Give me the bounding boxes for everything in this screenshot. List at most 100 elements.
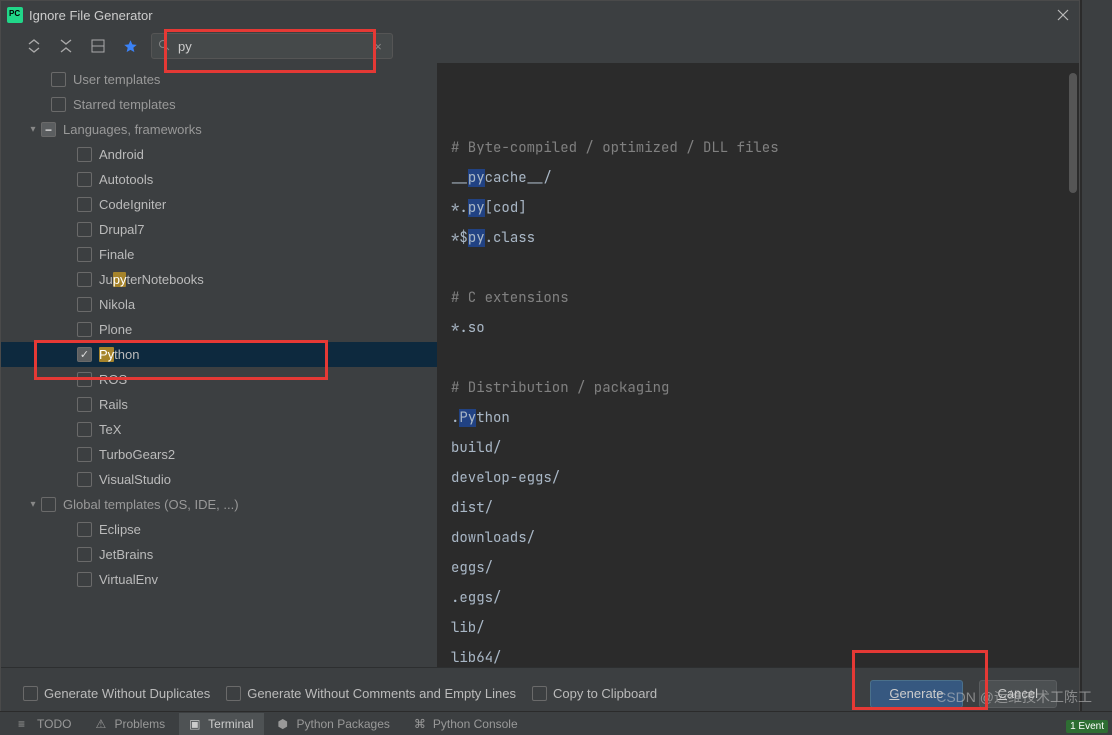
layout-icon[interactable]: [87, 35, 109, 57]
tree-global-group[interactable]: ▾ Global templates (OS, IDE, ...): [1, 492, 437, 517]
toolbar: ×: [1, 29, 1079, 63]
checkbox[interactable]: [77, 472, 92, 487]
tree-item[interactable]: VisualStudio: [1, 467, 437, 492]
tree-label: TeX: [99, 422, 121, 437]
tree-item[interactable]: VirtualEnv: [1, 567, 437, 592]
tab-python-console[interactable]: ⌘ Python Console: [404, 713, 528, 735]
tree-item[interactable]: Finale: [1, 242, 437, 267]
template-tree[interactable]: User templates Starred templates ▾ Langu…: [1, 63, 437, 667]
expand-all-icon[interactable]: [23, 35, 45, 57]
chevron-down-icon[interactable]: ▾: [25, 124, 41, 135]
tree-item[interactable]: JetBrains: [1, 542, 437, 567]
list-icon: ≡: [18, 717, 32, 731]
tree-starred-templates[interactable]: Starred templates: [1, 92, 437, 117]
tree-label: User templates: [73, 72, 160, 87]
main-split: User templates Starred templates ▾ Langu…: [1, 63, 1079, 667]
event-log-badge[interactable]: 1 Event: [1066, 720, 1108, 733]
tree-label: JupyterNotebooks: [99, 272, 204, 287]
right-tool-strip: [1082, 0, 1112, 735]
checkbox[interactable]: [23, 686, 38, 701]
tree-label: CodeIgniter: [99, 197, 166, 212]
checkbox[interactable]: [77, 572, 92, 587]
tree-label: Global templates (OS, IDE, ...): [63, 497, 239, 512]
tree-label: Finale: [99, 247, 134, 262]
tab-python-packages[interactable]: ⬢ Python Packages: [268, 713, 400, 735]
tree-item[interactable]: Android: [1, 142, 437, 167]
tree-item[interactable]: Eclipse: [1, 517, 437, 542]
opt-copy-clipboard[interactable]: Copy to Clipboard: [532, 686, 657, 701]
checkbox[interactable]: [41, 497, 56, 512]
tree-user-templates[interactable]: User templates: [1, 67, 437, 92]
checkbox[interactable]: [77, 272, 92, 287]
checkbox[interactable]: [77, 522, 92, 537]
tree-item[interactable]: Nikola: [1, 292, 437, 317]
checkbox[interactable]: [77, 172, 92, 187]
tree-label: Plone: [99, 322, 132, 337]
checkbox[interactable]: [77, 197, 92, 212]
checkbox[interactable]: [77, 447, 92, 462]
package-icon: ⬢: [278, 717, 292, 731]
tree-item[interactable]: Autotools: [1, 167, 437, 192]
tree-item[interactable]: TurboGears2: [1, 442, 437, 467]
checkbox[interactable]: [77, 147, 92, 162]
tree-languages-group[interactable]: ▾ Languages, frameworks: [1, 117, 437, 142]
tree-item[interactable]: JupyterNotebooks: [1, 267, 437, 292]
checkbox[interactable]: [51, 72, 66, 87]
clear-search-icon[interactable]: ×: [370, 39, 386, 54]
label: Generate Without Comments and Empty Line…: [247, 686, 516, 701]
terminal-icon: ▣: [189, 717, 203, 731]
tree-label: Nikola: [99, 297, 135, 312]
template-search[interactable]: ×: [151, 33, 393, 59]
ignore-file-generator-dialog: Ignore File Generator × Us: [0, 0, 1080, 720]
opt-without-duplicates[interactable]: Generate Without Duplicates: [23, 686, 210, 701]
tree-item[interactable]: Plone: [1, 317, 437, 342]
tree-label: Autotools: [99, 172, 153, 187]
checkbox[interactable]: [77, 297, 92, 312]
tree-label: Python: [99, 347, 139, 362]
checkbox[interactable]: [77, 372, 92, 387]
tab-todo[interactable]: ≡ TODO: [8, 713, 81, 735]
bottom-tool-tabs: ≡ TODO ⚠ Problems ▣ Terminal ⬢ Python Pa…: [0, 711, 1112, 735]
tab-terminal[interactable]: ▣ Terminal: [179, 713, 263, 735]
checkbox[interactable]: [41, 122, 56, 137]
star-icon[interactable]: [119, 35, 141, 57]
tree-label: VisualStudio: [99, 472, 171, 487]
tree-label: JetBrains: [99, 547, 153, 562]
tab-problems[interactable]: ⚠ Problems: [85, 713, 175, 735]
titlebar: Ignore File Generator: [1, 1, 1079, 29]
checkbox[interactable]: [77, 247, 92, 262]
chevron-down-icon[interactable]: ▾: [25, 499, 41, 510]
tree-item[interactable]: ROS: [1, 367, 437, 392]
checkbox[interactable]: [51, 97, 66, 112]
collapse-all-icon[interactable]: [55, 35, 77, 57]
checkbox[interactable]: [77, 422, 92, 437]
tree-item[interactable]: TeX: [1, 417, 437, 442]
tree-label: Drupal7: [99, 222, 145, 237]
gitignore-preview[interactable]: # Byte-compiled / optimized / DLL files_…: [437, 63, 1079, 667]
tree-item[interactable]: CodeIgniter: [1, 192, 437, 217]
label: Generate Without Duplicates: [44, 686, 210, 701]
checkbox[interactable]: [532, 686, 547, 701]
tree-label: TurboGears2: [99, 447, 175, 462]
checkbox[interactable]: [77, 397, 92, 412]
checkbox[interactable]: [77, 347, 92, 362]
tree-label: VirtualEnv: [99, 572, 158, 587]
tree-label: Eclipse: [99, 522, 141, 537]
tree-label: Rails: [99, 397, 128, 412]
tree-item[interactable]: Drupal7: [1, 217, 437, 242]
tree-item[interactable]: Python: [1, 342, 437, 367]
search-input[interactable]: [178, 39, 370, 54]
label: Copy to Clipboard: [553, 686, 657, 701]
checkbox[interactable]: [226, 686, 241, 701]
tree-item[interactable]: Rails: [1, 392, 437, 417]
search-icon: [158, 39, 172, 53]
window-title: Ignore File Generator: [29, 8, 153, 23]
tree-label: Languages, frameworks: [63, 122, 202, 137]
checkbox[interactable]: [77, 547, 92, 562]
tree-label: ROS: [99, 372, 127, 387]
checkbox[interactable]: [77, 222, 92, 237]
checkbox[interactable]: [77, 322, 92, 337]
scrollbar-thumb[interactable]: [1069, 73, 1077, 193]
opt-without-comments[interactable]: Generate Without Comments and Empty Line…: [226, 686, 516, 701]
close-icon[interactable]: [1053, 5, 1073, 25]
